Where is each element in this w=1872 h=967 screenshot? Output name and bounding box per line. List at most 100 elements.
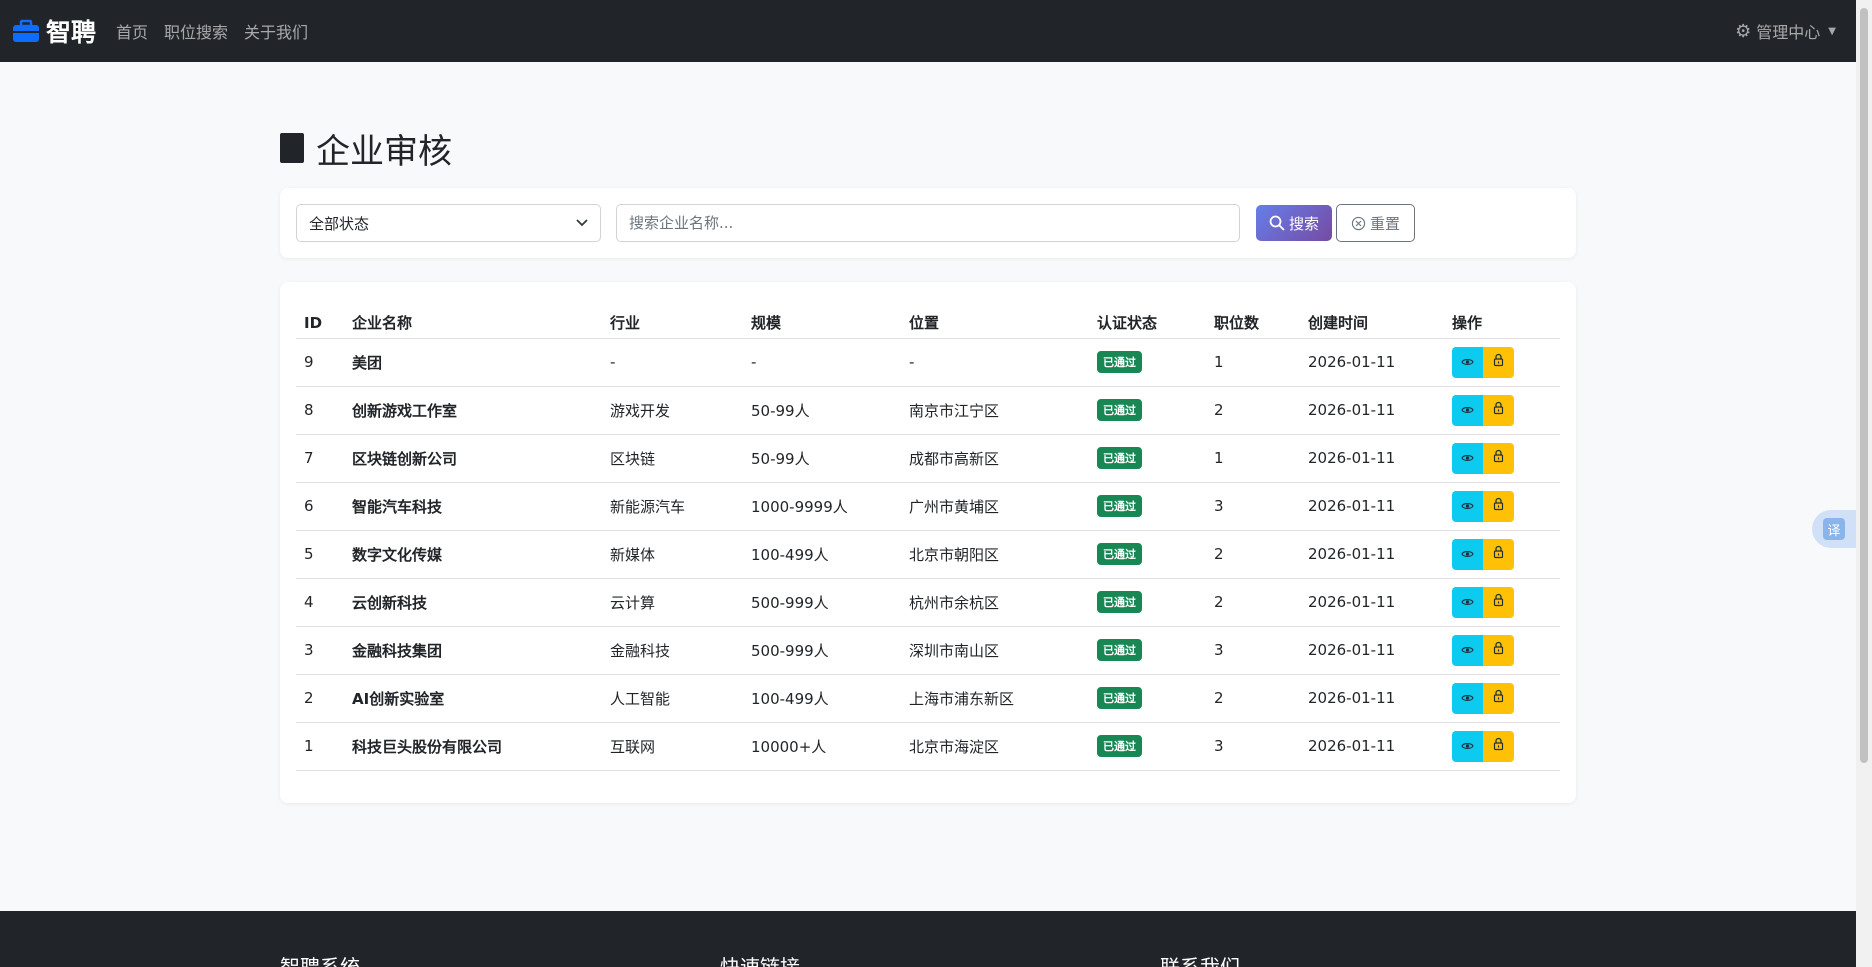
status-badge: 已通过 bbox=[1097, 591, 1142, 613]
lock-icon bbox=[1493, 353, 1504, 371]
admin-label: 管理中心 bbox=[1756, 23, 1821, 42]
cell-status: 已通过 bbox=[1089, 626, 1206, 675]
lock-button[interactable] bbox=[1483, 586, 1514, 618]
status-badge: 已通过 bbox=[1097, 543, 1142, 565]
cell-id: 7 bbox=[296, 434, 344, 483]
filter-card: 全部状态 搜索 重置 bbox=[280, 188, 1576, 258]
cell-location: 北京市朝阳区 bbox=[901, 530, 1089, 579]
cell-industry: 新能源汽车 bbox=[602, 482, 743, 531]
cell-created-date: 2026-01-11 bbox=[1300, 674, 1444, 723]
table-row: 9 美团 - - - 已通过 1 2026-01-11 bbox=[296, 338, 1560, 387]
view-button[interactable] bbox=[1452, 730, 1483, 762]
eye-icon bbox=[1461, 497, 1474, 515]
cell-actions bbox=[1444, 578, 1560, 627]
table-header-row: ID 企业名称 行业 规模 位置 认证状态 职位数 创建时间 操作 bbox=[296, 298, 1560, 339]
cell-created-date: 2026-01-11 bbox=[1300, 722, 1444, 771]
cell-actions bbox=[1444, 722, 1560, 771]
footer: 智聘系统 快速链接 联系我们 bbox=[0, 911, 1856, 967]
column-header: 认证状态 bbox=[1089, 298, 1206, 339]
eye-icon bbox=[1461, 689, 1474, 707]
table-row: 6 智能汽车科技 新能源汽车 1000-9999人 广州市黄埔区 已通过 3 2026-01-… bbox=[296, 482, 1560, 531]
cell-size: 100-499人 bbox=[743, 674, 901, 723]
cell-id: 1 bbox=[296, 722, 344, 771]
cell-company-name: 区块链创新公司 bbox=[344, 434, 602, 483]
cell-industry: 互联网 bbox=[602, 722, 743, 771]
view-button[interactable] bbox=[1452, 538, 1483, 570]
admin-dropdown[interactable]: ⚙ 管理中心 ▼ bbox=[1735, 0, 1836, 62]
lock-icon bbox=[1493, 401, 1504, 419]
status-badge: 已通过 bbox=[1097, 735, 1142, 757]
view-button[interactable] bbox=[1452, 682, 1483, 714]
status-badge: 已通过 bbox=[1097, 351, 1142, 373]
table-row: 2 AI创新实验室 人工智能 100-499人 上海市浦东新区 已通过 2 2026-01-1… bbox=[296, 674, 1560, 723]
cell-location: 北京市海淀区 bbox=[901, 722, 1089, 771]
cell-created-date: 2026-01-11 bbox=[1300, 434, 1444, 483]
cell-created-date: 2026-01-11 bbox=[1300, 578, 1444, 627]
cell-job-count: 1 bbox=[1206, 434, 1300, 483]
nav-link-job-search[interactable]: 职位搜索 bbox=[164, 19, 228, 43]
translate-icon: 译 bbox=[1823, 518, 1845, 540]
footer-title-contact: 联系我们 bbox=[1160, 955, 1240, 967]
cell-size: 50-99人 bbox=[743, 386, 901, 435]
cell-id: 6 bbox=[296, 482, 344, 531]
lock-button[interactable] bbox=[1483, 490, 1514, 522]
eye-icon bbox=[1461, 449, 1474, 467]
view-button[interactable] bbox=[1452, 490, 1483, 522]
reset-button[interactable]: 重置 bbox=[1336, 204, 1415, 242]
lock-icon bbox=[1493, 545, 1504, 563]
cell-job-count: 2 bbox=[1206, 386, 1300, 435]
lock-button[interactable] bbox=[1483, 538, 1514, 570]
brand-logo[interactable]: 智聘 bbox=[12, 13, 96, 49]
cell-created-date: 2026-01-11 bbox=[1300, 338, 1444, 387]
cell-id: 5 bbox=[296, 530, 344, 579]
status-badge: 已通过 bbox=[1097, 687, 1142, 709]
cell-id: 4 bbox=[296, 578, 344, 627]
briefcase-icon bbox=[13, 19, 39, 42]
search-input[interactable] bbox=[616, 204, 1240, 242]
search-button[interactable]: 搜索 bbox=[1256, 205, 1332, 241]
view-button[interactable] bbox=[1452, 586, 1483, 618]
column-header: 行业 bbox=[602, 298, 743, 339]
page-scrollbar[interactable] bbox=[1856, 0, 1872, 967]
caret-down-icon: ▼ bbox=[1828, 25, 1836, 37]
eye-icon bbox=[1461, 545, 1474, 563]
eye-icon bbox=[1461, 737, 1474, 755]
cell-job-count: 2 bbox=[1206, 674, 1300, 723]
scrollbar-thumb[interactable] bbox=[1860, 8, 1868, 763]
cell-actions bbox=[1444, 386, 1560, 435]
translate-button[interactable]: 译 bbox=[1812, 510, 1856, 548]
view-button[interactable] bbox=[1452, 394, 1483, 426]
cell-created-date: 2026-01-11 bbox=[1300, 530, 1444, 579]
reset-button-label: 重置 bbox=[1369, 215, 1400, 233]
eye-icon bbox=[1461, 353, 1474, 371]
footer-title-quick-links: 快速链接 bbox=[720, 955, 800, 967]
cell-created-date: 2026-01-11 bbox=[1300, 482, 1444, 531]
view-button[interactable] bbox=[1452, 346, 1483, 378]
cell-location: 上海市浦东新区 bbox=[901, 674, 1089, 723]
page-title: 企业审核 bbox=[280, 118, 1576, 178]
cell-location: 广州市黄埔区 bbox=[901, 482, 1089, 531]
lock-button[interactable] bbox=[1483, 394, 1514, 426]
cell-industry: 金融科技 bbox=[602, 626, 743, 675]
column-header: ID bbox=[296, 298, 344, 339]
table-row: 7 区块链创新公司 区块链 50-99人 成都市高新区 已通过 1 2026-01-11 bbox=[296, 434, 1560, 483]
lock-button[interactable] bbox=[1483, 442, 1514, 474]
cell-company-name: 智能汽车科技 bbox=[344, 482, 602, 531]
view-button[interactable] bbox=[1452, 442, 1483, 474]
search-icon bbox=[1269, 215, 1285, 231]
cell-status: 已通过 bbox=[1089, 338, 1206, 387]
lock-button[interactable] bbox=[1483, 346, 1514, 378]
cell-status: 已通过 bbox=[1089, 530, 1206, 579]
cell-status: 已通过 bbox=[1089, 674, 1206, 723]
view-button[interactable] bbox=[1452, 634, 1483, 666]
lock-button[interactable] bbox=[1483, 682, 1514, 714]
cell-industry: 游戏开发 bbox=[602, 386, 743, 435]
column-header: 位置 bbox=[901, 298, 1089, 339]
nav-link-about[interactable]: 关于我们 bbox=[244, 19, 308, 43]
cell-job-count: 1 bbox=[1206, 338, 1300, 387]
nav-link-home[interactable]: 首页 bbox=[116, 19, 148, 43]
lock-button[interactable] bbox=[1483, 730, 1514, 762]
cell-id: 2 bbox=[296, 674, 344, 723]
lock-button[interactable] bbox=[1483, 634, 1514, 666]
status-select[interactable]: 全部状态 bbox=[296, 204, 601, 242]
